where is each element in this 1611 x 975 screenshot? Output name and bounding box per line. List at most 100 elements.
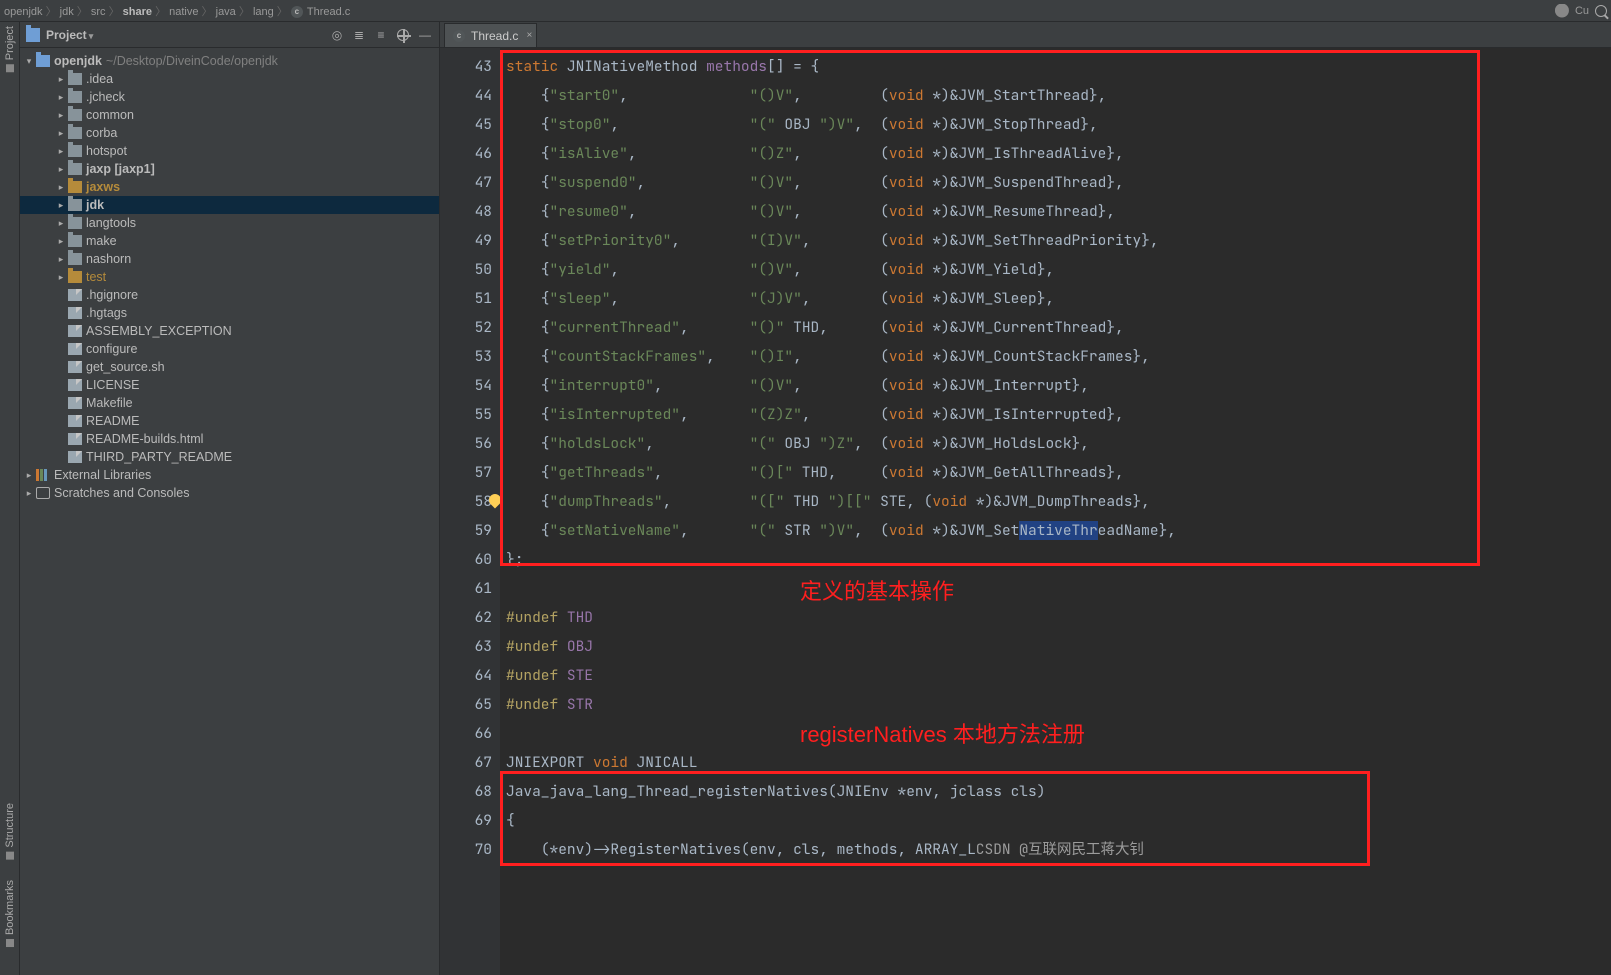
collapse-all-icon[interactable]: ≡ [373, 27, 389, 43]
ico-txt-icon [68, 379, 82, 391]
tree-toggle-icon[interactable]: ▾ [24, 56, 34, 67]
tree-row[interactable]: README [20, 412, 439, 430]
tree-toggle-icon[interactable]: ▸ [56, 74, 66, 85]
tree-row[interactable]: ▸test [20, 268, 439, 286]
tree-toggle-icon[interactable]: ▸ [56, 146, 66, 157]
ico-folder-icon [68, 235, 82, 247]
tree-row[interactable]: ▸langtools [20, 214, 439, 232]
toolwin-bookmarks[interactable]: Bookmarks [4, 880, 16, 947]
breadcrumb-item[interactable]: src [91, 6, 106, 18]
tree-row[interactable]: THIRD_PARTY_README [20, 448, 439, 466]
tree-row[interactable]: LICENSE [20, 376, 439, 394]
tree-toggle-icon[interactable]: ▸ [24, 470, 34, 481]
code-text[interactable]: static JNINativeMethod methods[] = { {"s… [506, 52, 1611, 864]
editor-area[interactable]: 43 44 45 46 47 48 49 50 51 52 53 54 55 5… [440, 48, 1611, 975]
breadcrumb-separator: 〉 [236, 6, 253, 18]
project-view-selector[interactable]: Project [46, 28, 93, 42]
locate-icon[interactable]: ◎ [329, 27, 345, 43]
ico-txt-icon [68, 325, 82, 337]
tree-toggle-icon[interactable]: ▸ [56, 236, 66, 247]
tree-row[interactable]: configure [20, 340, 439, 358]
toolwin-structure[interactable]: Structure [4, 803, 16, 860]
tree-toggle-icon[interactable]: ▸ [56, 164, 66, 175]
tree-row[interactable]: ▸ corba [20, 124, 439, 142]
settings-icon[interactable] [395, 27, 411, 43]
tree-label: nashorn [86, 252, 131, 266]
ico-folder-gold-icon [68, 181, 82, 193]
ico-txt-icon [68, 289, 82, 301]
ico-folder-icon [68, 145, 82, 157]
tree-toggle-icon[interactable]: ▸ [56, 92, 66, 103]
tree-toggle-icon[interactable]: ▸ [56, 110, 66, 121]
breadcrumb-item[interactable]: openjdk [4, 6, 43, 18]
tree-toggle-icon[interactable]: ▸ [56, 218, 66, 229]
tree-toggle-icon[interactable]: ▸ [56, 254, 66, 265]
tree-row[interactable]: ▸jdk [20, 196, 439, 214]
project-tree[interactable]: ▾openjdk~/Desktop/DiveinCode/openjdk ▸ .id… [20, 48, 439, 975]
tree-toggle-icon[interactable]: ▸ [56, 182, 66, 193]
breadcrumb-item[interactable]: share [123, 6, 152, 18]
breadcrumb-separator: 〉 [199, 6, 216, 18]
tree-row[interactable]: ▸ make [20, 232, 439, 250]
search-icon[interactable] [1595, 5, 1607, 17]
tree-toggle-icon[interactable]: ▸ [56, 272, 66, 283]
code-viewport[interactable]: static JNINativeMethod methods[] = { {"s… [500, 48, 1611, 975]
toolwin-project[interactable]: Project [4, 26, 16, 72]
c-file-icon: c [453, 30, 465, 42]
path-hint: ~/Desktop/DiveinCode/openjdk [106, 54, 278, 68]
tree-row[interactable]: .hgignore [20, 286, 439, 304]
tree-label: .jcheck [86, 90, 125, 104]
ico-txt-icon [68, 415, 82, 427]
ico-folder-icon [68, 127, 82, 139]
user-label: Cu [1575, 5, 1589, 17]
ico-folder-icon [68, 253, 82, 265]
tree-label: common [86, 108, 134, 122]
tree-label: get_source.sh [86, 360, 165, 374]
tree-row[interactable]: ▸ nashorn [20, 250, 439, 268]
tree-label: Scratches and Consoles [54, 486, 190, 500]
tree-label: .hgignore [86, 288, 138, 302]
tree-toggle-icon[interactable]: ▸ [56, 128, 66, 139]
breadcrumb-separator: 〉 [274, 6, 291, 18]
tab-thread-c[interactable]: c Thread.c × [444, 23, 537, 47]
tree-row[interactable]: ▸ hotspot [20, 142, 439, 160]
tree-row[interactable]: README-builds.html [20, 430, 439, 448]
tree-row[interactable]: ▸ .idea [20, 70, 439, 88]
tree-label: corba [86, 126, 117, 140]
expand-all-icon[interactable]: ≣ [351, 27, 367, 43]
tree-toggle-icon[interactable]: ▸ [56, 200, 66, 211]
c-file-icon: c [291, 6, 303, 18]
breadcrumb-item[interactable]: cThread.c [291, 6, 350, 18]
breadcrumb-item[interactable]: lang [253, 6, 274, 18]
tree-label: hotspot [86, 144, 127, 158]
ico-txt-icon [68, 361, 82, 373]
breadcrumb-item[interactable]: java [216, 6, 236, 18]
breadcrumb-item[interactable]: jdk [60, 6, 74, 18]
tree-row[interactable]: ▸ Scratches and Consoles [20, 484, 439, 502]
avatar-icon[interactable] [1555, 4, 1569, 18]
close-tab-icon[interactable]: × [527, 30, 533, 41]
tree-row[interactable]: Makefile [20, 394, 439, 412]
tree-label: Makefile [86, 396, 133, 410]
ico-txt-icon [68, 451, 82, 463]
tree-toggle-icon[interactable]: ▸ [24, 488, 34, 499]
tree-row[interactable]: ▸jaxws [20, 178, 439, 196]
tree-row[interactable]: ASSEMBLY_EXCEPTION [20, 322, 439, 340]
tree-label: External Libraries [54, 468, 151, 482]
tree-label: .hgtags [86, 306, 127, 320]
tree-row[interactable]: ▸ .jcheck [20, 88, 439, 106]
tree-row[interactable]: ▸ common [20, 106, 439, 124]
breadcrumb-item[interactable]: native [169, 6, 198, 18]
hide-panel-icon[interactable]: — [417, 27, 433, 43]
tree-row[interactable]: .hgtags [20, 304, 439, 322]
tree-label: LICENSE [86, 378, 140, 392]
tree-row[interactable]: ▸ External Libraries [20, 466, 439, 484]
editor-tab-row: c Thread.c × [440, 22, 1611, 48]
breadcrumb-separator: 〉 [74, 6, 91, 18]
tree-label: make [86, 234, 117, 248]
tree-row[interactable]: ▸jaxp [jaxp1] [20, 160, 439, 178]
breadcrumb-separator: 〉 [43, 6, 60, 18]
tree-label: .idea [86, 72, 113, 86]
tree-row[interactable]: get_source.sh [20, 358, 439, 376]
tree-row[interactable]: ▾openjdk~/Desktop/DiveinCode/openjdk [20, 52, 439, 70]
